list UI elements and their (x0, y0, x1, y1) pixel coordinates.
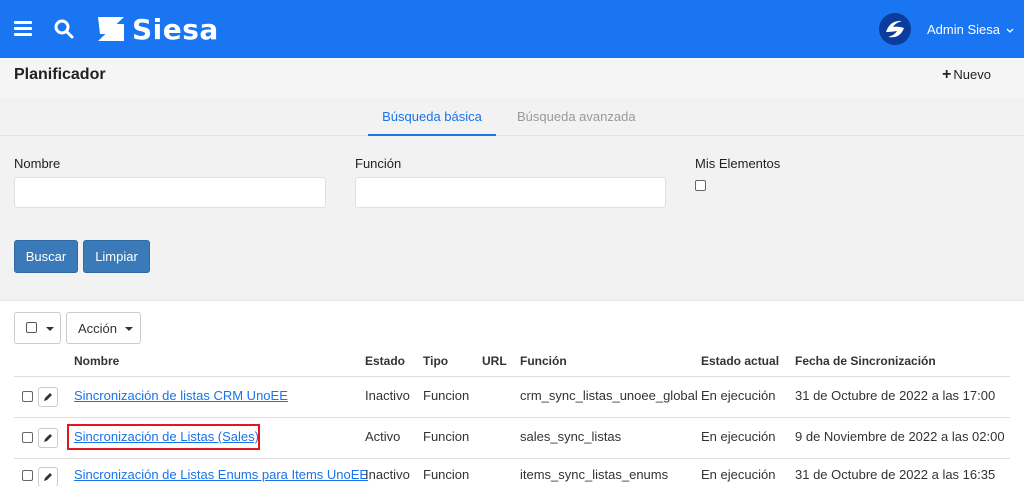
brand-logo[interactable]: Siesa (96, 12, 219, 46)
action-label: Acción (78, 321, 118, 336)
tab-basic-search[interactable]: Búsqueda básica (368, 109, 496, 136)
nombre-label: Nombre (14, 156, 61, 171)
page-title: Planificador (14, 66, 106, 83)
row-estado: Activo (365, 429, 401, 444)
row-checkbox[interactable] (22, 391, 33, 402)
pencil-icon (44, 434, 52, 442)
search-panel: Búsqueda básica Búsqueda avanzada Nombre… (0, 98, 1024, 301)
row-name-link[interactable]: Sincronización de listas CRM UnoEE (74, 388, 288, 403)
col-header-url[interactable]: URL (482, 354, 507, 368)
top-navbar: Siesa Admin Siesa (0, 0, 1024, 58)
row-fecha: 31 de Octubre de 2022 a las 16:35 (795, 467, 996, 482)
pencil-icon (44, 393, 52, 401)
new-button-label: Nuevo (953, 67, 991, 82)
user-menu[interactable]: Admin Siesa (927, 22, 1014, 37)
table-row: Sincronización de Listas Enums para Item… (0, 459, 1024, 486)
plus-icon: + (942, 66, 952, 83)
row-tipo: Funcion (423, 388, 470, 403)
action-dropdown[interactable]: Acción (66, 312, 141, 344)
brand-name: Siesa (132, 12, 219, 46)
col-header-estado[interactable]: Estado (365, 354, 405, 368)
nombre-input[interactable] (14, 177, 326, 208)
col-header-nombre[interactable]: Nombre (74, 354, 119, 368)
select-all-checkbox[interactable] (26, 322, 37, 333)
row-fecha: 9 de Noviembre de 2022 a las 02:00 (795, 429, 1005, 444)
user-avatar-icon[interactable] (878, 12, 912, 46)
row-estado: Inactivo (365, 467, 410, 482)
page-header: Planificador + Nuevo (0, 58, 1024, 98)
select-all-dropdown[interactable] (14, 312, 61, 344)
edit-button[interactable] (38, 387, 58, 407)
col-header-estado-actual[interactable]: Estado actual (701, 354, 779, 368)
row-tipo: Funcion (423, 429, 470, 444)
row-checkbox[interactable] (22, 470, 33, 481)
row-tipo: Funcion (423, 467, 470, 482)
mis-elementos-label: Mis Elementos (695, 156, 781, 171)
mis-elementos-checkbox[interactable] (695, 180, 706, 191)
row-estado-actual: En ejecución (701, 388, 776, 403)
row-checkbox[interactable] (22, 432, 33, 443)
chevron-down-icon (1006, 28, 1014, 33)
edit-button[interactable] (38, 467, 58, 486)
funcion-label: Función (355, 156, 402, 171)
new-button[interactable]: + Nuevo (942, 66, 991, 84)
pencil-icon (44, 473, 52, 481)
row-estado-actual: En ejecución (701, 467, 776, 482)
col-header-fecha[interactable]: Fecha de Sincronización (795, 354, 936, 368)
search-icon[interactable] (54, 19, 74, 39)
siesa-logo-icon (98, 17, 124, 41)
caret-down-icon (125, 327, 133, 331)
search-button[interactable]: Buscar (14, 240, 78, 273)
clear-button[interactable]: Limpiar (83, 240, 150, 273)
row-estado: Inactivo (365, 388, 410, 403)
row-funcion: items_sync_listas_enums (520, 467, 669, 482)
funcion-input[interactable] (355, 177, 666, 208)
tab-advanced-search[interactable]: Búsqueda avanzada (517, 109, 636, 124)
table-row: Sincronización de listas CRM UnoEE Inact… (0, 377, 1024, 417)
caret-down-icon (46, 327, 54, 331)
row-funcion: sales_sync_listas (520, 429, 622, 444)
col-header-funcion[interactable]: Función (520, 354, 567, 368)
row-name-link[interactable]: Sincronización de Listas Enums para Item… (74, 467, 368, 482)
edit-button[interactable] (38, 428, 58, 448)
user-name: Admin Siesa (927, 22, 1000, 37)
row-fecha: 31 de Octubre de 2022 a las 17:00 (795, 388, 996, 403)
menu-icon[interactable] (14, 21, 32, 37)
search-tabs: Búsqueda básica Búsqueda avanzada (0, 98, 1024, 136)
row-estado-actual: En ejecución (701, 429, 776, 444)
col-header-tipo[interactable]: Tipo (423, 354, 448, 368)
row-funcion: crm_sync_listas_unoee_global (520, 388, 698, 403)
highlight-box (67, 424, 260, 450)
